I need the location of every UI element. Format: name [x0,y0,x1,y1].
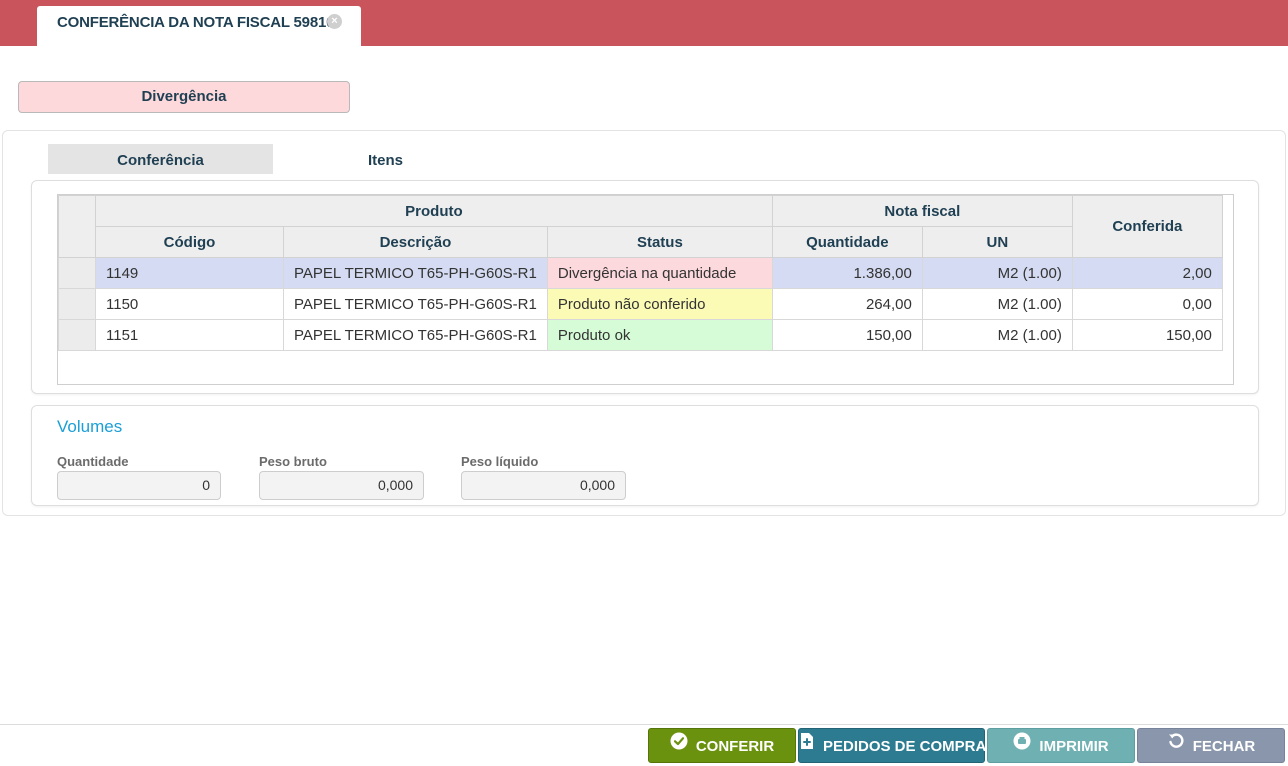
imprimir-label: IMPRIMIR [1039,738,1109,755]
cell-conferida: 150,00 [1071,319,1223,351]
cell-status: Produto não conferido [546,288,773,320]
cell-codigo: 1151 [95,319,284,351]
tab-conferencia[interactable]: Conferência [48,144,273,174]
volumes-title: Volumes [57,417,123,436]
cell-status: Divergência na quantidade [546,257,773,289]
cell-quantidade: 150,00 [771,319,923,351]
cell-quantidade: 1.386,00 [771,257,923,289]
footer-divider [0,724,1288,725]
tab-close-icon[interactable]: × [327,14,342,29]
table-row[interactable]: 1150 PAPEL TERMICO T65-PH-G60S-R1 Produt… [58,288,1223,320]
cell-codigo: 1150 [95,288,284,320]
cell-descricao: PAPEL TERMICO T65-PH-G60S-R1 [283,319,548,351]
row-selector[interactable] [58,288,96,320]
row-selector[interactable] [58,319,96,351]
tab-itens[interactable]: Itens [273,144,498,174]
tab-title: CONFERÊNCIA DA NOTA FISCAL 59810 [57,14,335,31]
peso-bruto-label: Peso bruto [259,454,327,469]
group-header-produto: Produto [95,195,773,227]
row-selector-header [58,195,96,258]
row-selector[interactable] [58,257,96,289]
pedidos-de-compra-button[interactable]: PEDIDOS DE COMPRA [798,728,987,763]
column-header-status[interactable]: Status [546,226,773,258]
column-header-codigo[interactable]: Código [95,226,284,258]
cell-un: M2 (1.00) [921,319,1073,351]
document-add-icon [799,728,815,763]
cell-conferida: 2,00 [1071,257,1223,289]
pedidos-label: PEDIDOS DE COMPRA [823,738,987,755]
column-header-un[interactable]: UN [921,226,1073,258]
table-row[interactable]: 1151 PAPEL TERMICO T65-PH-G60S-R1 Produt… [58,319,1223,351]
table-row[interactable]: 1149 PAPEL TERMICO T65-PH-G60S-R1 Diverg… [58,257,1223,289]
imprimir-button[interactable]: IMPRIMIR [987,728,1135,763]
peso-liquido-field[interactable]: 0,000 [461,471,626,500]
conferir-button[interactable]: CONFERIR [648,728,796,763]
undo-icon [1167,728,1185,763]
cell-status: Produto ok [546,319,773,351]
check-circle-icon [670,728,688,763]
column-header-conferida[interactable]: Conferida [1071,195,1223,258]
column-header-quantidade[interactable]: Quantidade [771,226,923,258]
items-table: Produto Nota fiscal Conferida Código Des… [58,195,1223,351]
column-header-descricao[interactable]: Descrição [283,226,548,258]
peso-liquido-label: Peso líquido [461,454,539,469]
cell-codigo: 1149 [95,257,284,289]
fechar-label: FECHAR [1192,738,1256,755]
group-header-nota-fiscal: Nota fiscal [771,195,1073,227]
fechar-button[interactable]: FECHAR [1137,728,1285,763]
status-badge: Divergência [18,81,350,113]
quantidade-field[interactable]: 0 [57,471,221,500]
quantidade-label: Quantidade [57,454,129,469]
cell-un: M2 (1.00) [921,288,1073,320]
conferir-label: CONFERIR [695,738,775,755]
cell-descricao: PAPEL TERMICO T65-PH-G60S-R1 [283,288,548,320]
cell-conferida: 0,00 [1071,288,1223,320]
peso-bruto-field[interactable]: 0,000 [259,471,424,500]
cell-quantidade: 264,00 [771,288,923,320]
cell-un: M2 (1.00) [921,257,1073,289]
printer-icon [1013,728,1031,763]
cell-descricao: PAPEL TERMICO T65-PH-G60S-R1 [283,257,548,289]
